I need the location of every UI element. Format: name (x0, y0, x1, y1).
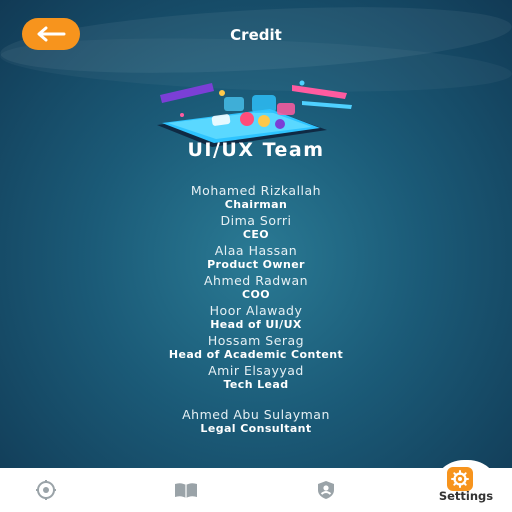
settings-tab-icon[interactable] (447, 467, 473, 491)
credit-screen: Credit UI/UX Team Mohamed Rizkallah Chai… (0, 0, 512, 468)
credit-role: Chairman (224, 198, 288, 211)
settings-tab-label[interactable]: Settings (424, 489, 508, 503)
nav-item-profile[interactable] (302, 468, 350, 512)
credit-entry: Amir Elsayyad Tech Lead (0, 364, 512, 394)
credit-entry: Hossam Serag Head of Academic Content (0, 334, 512, 364)
credit-entry: Mohamed Rizkallah Chairman (0, 184, 512, 214)
credit-name: Hoor Alawady (209, 303, 303, 318)
credit-entry: Dima Sorri CEO (0, 214, 512, 244)
nav-item-lessons[interactable] (162, 468, 210, 512)
credit-name: Alaa Hassan (214, 243, 298, 258)
user-shield-icon (318, 481, 334, 499)
credit-entry: Alaa Hassan Product Owner (0, 244, 512, 274)
credit-name: Hossam Serag (207, 333, 305, 348)
credit-role: Head of UI/UX (210, 318, 302, 331)
page-title: Credit (230, 26, 282, 44)
book-icon (175, 483, 197, 498)
credit-name: Amir Elsayyad (208, 363, 304, 378)
credit-role: Product Owner (207, 258, 305, 271)
credit-entry: Hoor Alawady Head of UI/UX (0, 304, 512, 334)
nav-item-home[interactable] (22, 468, 70, 512)
credit-role: COO (242, 288, 270, 301)
credits-list: Mohamed Rizkallah Chairman Dima Sorri CE… (0, 184, 512, 438)
credit-role: Legal Consultant (200, 422, 312, 435)
credit-name: Ahmed Abu Sulayman (182, 407, 330, 422)
gear-icon (451, 470, 469, 488)
compass-icon (36, 480, 56, 500)
credit-role: Head of Academic Content (168, 348, 344, 361)
credit-name: Ahmed Radwan (203, 273, 309, 288)
credit-entry: Ahmed Abu Sulayman Legal Consultant (0, 408, 512, 438)
credit-name: Dima Sorri (220, 213, 292, 228)
team-title: UI/UX Team (187, 139, 325, 161)
credit-role: Tech Lead (223, 378, 289, 391)
credit-entry: Ahmed Radwan COO (0, 274, 512, 304)
credit-name: Mohamed Rizkallah (190, 183, 322, 198)
credit-role: CEO (242, 228, 270, 241)
